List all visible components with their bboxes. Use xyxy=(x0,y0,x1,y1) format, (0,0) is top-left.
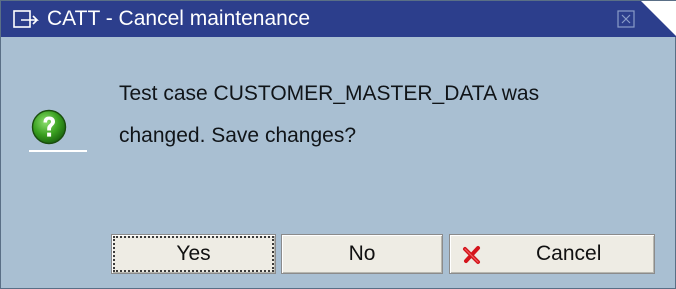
no-button[interactable]: No xyxy=(281,234,443,274)
red-x-icon xyxy=(463,246,480,264)
title-bar-corner xyxy=(641,1,676,37)
cancel-maintenance-dialog: CATT - Cancel maintenance Test case CUST… xyxy=(0,0,676,289)
no-button-label: No xyxy=(348,242,376,265)
dialog-message: Test case CUSTOMER_MASTER_DATA was chang… xyxy=(119,73,649,157)
title-bar[interactable]: CATT - Cancel maintenance xyxy=(1,1,676,37)
cancel-button-label: Cancel xyxy=(536,242,602,265)
window-menu-icon[interactable] xyxy=(13,10,39,30)
message-line-2: changed. Save changes? xyxy=(119,124,357,147)
question-icon xyxy=(31,109,67,145)
cancel-button[interactable]: Cancel xyxy=(449,234,655,274)
yes-button[interactable]: Yes xyxy=(111,234,276,274)
message-line-1: Test case CUSTOMER_MASTER_DATA was xyxy=(119,82,540,105)
close-icon[interactable] xyxy=(617,10,635,28)
dialog-title: CATT - Cancel maintenance xyxy=(47,7,311,30)
yes-button-label: Yes xyxy=(176,242,211,265)
icon-underline xyxy=(29,150,87,152)
